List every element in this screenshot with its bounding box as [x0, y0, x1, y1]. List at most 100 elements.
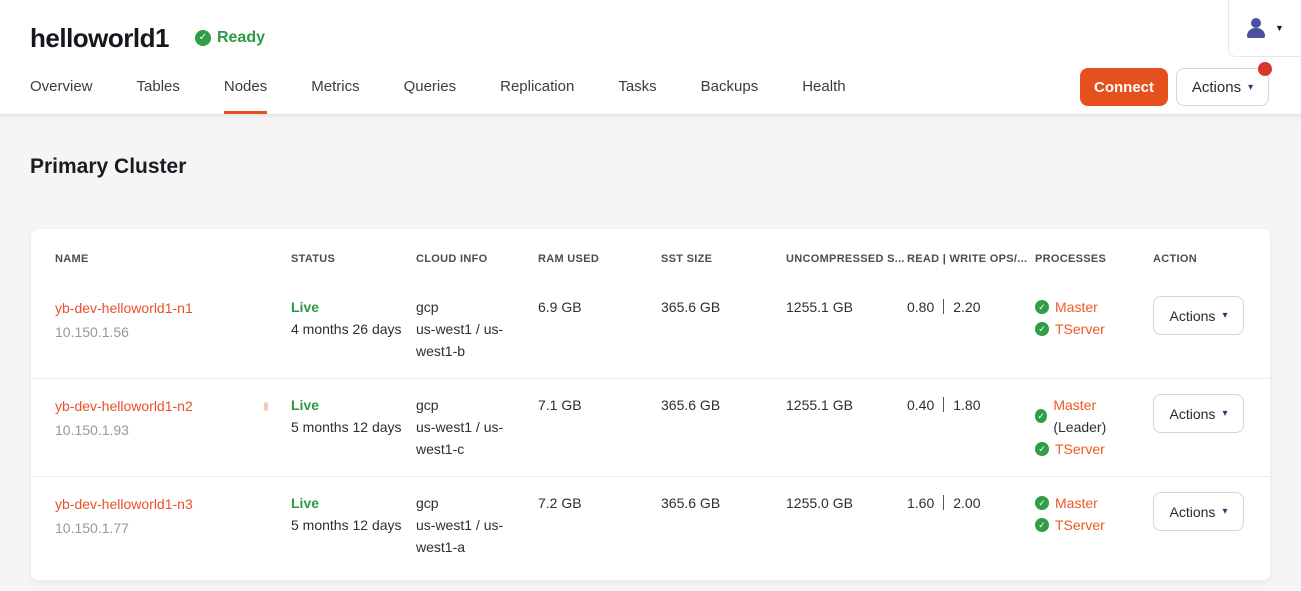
node-uptime: 4 months 26 days: [291, 318, 404, 340]
tab-nodes[interactable]: Nodes: [224, 59, 267, 114]
node-cloud-cell: gcp us-west1 / us-west1-c: [416, 394, 538, 460]
node-flag-icon: [264, 402, 268, 411]
node-ram: 6.9 GB: [538, 296, 661, 362]
universe-title: helloworld1: [30, 23, 169, 54]
process-master: ✓ Master (Leader): [1035, 394, 1141, 438]
node-actions-label: Actions: [1170, 406, 1216, 422]
col-header-sst-size: SST SIZE: [661, 253, 786, 265]
process-tserver: ✓ TServer: [1035, 438, 1141, 460]
node-uptime: 5 months 12 days: [291, 416, 404, 438]
node-status-cell: Live 5 months 12 days: [291, 394, 416, 460]
process-master-suffix: (Leader): [1053, 419, 1106, 435]
tab-overview[interactable]: Overview: [30, 59, 93, 114]
caret-down-icon: ▾: [1222, 506, 1227, 517]
node-actions-button[interactable]: Actions ▾: [1153, 394, 1244, 433]
chevron-down-icon: ▼: [1275, 23, 1284, 33]
node-uptime: 5 months 12 days: [291, 514, 404, 536]
node-actions-button[interactable]: Actions ▾: [1153, 296, 1244, 335]
nodes-table-card: NAME STATUS CLOUD INFO RAM USED SST SIZE…: [30, 228, 1271, 581]
node-ram: 7.1 GB: [538, 394, 661, 460]
node-read-write-ops: 0.401.80: [907, 394, 1035, 460]
node-read-write-ops: 1.602.00: [907, 492, 1035, 558]
table-row: yb-dev-helloworld1-n2 10.150.1.93 Live 5…: [31, 378, 1270, 476]
node-cloud-cell: gcp us-west1 / us-west1-b: [416, 296, 538, 362]
node-uncompressed-size: 1255.1 GB: [786, 394, 907, 460]
process-tserver-label: TServer: [1055, 318, 1105, 340]
alert-dot-badge: [1258, 62, 1272, 76]
node-zone: us-west1 / us-west1-b: [416, 318, 526, 362]
node-processes-cell: ✓ Master (Leader) ✓ TServer: [1035, 394, 1153, 460]
nav-tabs: Overview Tables Nodes Metrics Queries Re…: [30, 59, 846, 114]
node-status: Live: [291, 394, 404, 416]
node-ram: 7.2 GB: [538, 492, 661, 558]
node-actions-label: Actions: [1170, 308, 1216, 324]
tab-metrics[interactable]: Metrics: [311, 59, 359, 114]
pipe-divider: [943, 397, 944, 412]
node-name-cell: yb-dev-helloworld1-n1 10.150.1.56: [55, 296, 291, 362]
read-ops: 0.80: [907, 299, 934, 315]
node-processes-cell: ✓ Master ✓ TServer: [1035, 492, 1153, 558]
check-circle-icon: ✓: [1035, 442, 1049, 456]
check-circle-icon: ✓: [1035, 300, 1049, 314]
process-master-label: Master: [1053, 397, 1096, 413]
node-read-write-ops: 0.802.20: [907, 296, 1035, 362]
title-row: helloworld1 ✓ Ready: [0, 0, 1301, 60]
node-provider: gcp: [416, 394, 526, 416]
node-status: Live: [291, 492, 404, 514]
page-content: Primary Cluster NAME STATUS CLOUD INFO R…: [0, 115, 1301, 591]
tab-replication[interactable]: Replication: [500, 59, 574, 114]
node-status: Live: [291, 296, 404, 318]
tab-tables[interactable]: Tables: [137, 59, 180, 114]
universe-actions-button[interactable]: Actions ▾: [1176, 68, 1269, 106]
node-actions-button[interactable]: Actions ▾: [1153, 492, 1244, 531]
node-processes-cell: ✓ Master ✓ TServer: [1035, 296, 1153, 362]
node-provider: gcp: [416, 296, 526, 318]
node-cloud-cell: gcp us-west1 / us-west1-a: [416, 492, 538, 558]
app-header: helloworld1 ✓ Ready ▼ Overview Tables No…: [0, 0, 1301, 115]
node-action-cell: Actions ▾: [1153, 296, 1256, 362]
check-circle-icon: ✓: [1035, 518, 1049, 532]
node-ip: 10.150.1.56: [55, 320, 279, 344]
col-header-action: ACTION: [1153, 253, 1246, 265]
node-sst-size: 365.6 GB: [661, 296, 786, 362]
universe-actions-label: Actions: [1192, 79, 1241, 96]
col-header-ram-used: RAM USED: [538, 253, 661, 265]
caret-down-icon: ▾: [1248, 82, 1253, 93]
node-status-cell: Live 5 months 12 days: [291, 492, 416, 558]
tab-backups[interactable]: Backups: [701, 59, 759, 114]
col-header-uncompressed: UNCOMPRESSED S...: [786, 253, 907, 265]
table-header-row: NAME STATUS CLOUD INFO RAM USED SST SIZE…: [31, 229, 1270, 281]
tab-tasks[interactable]: Tasks: [618, 59, 656, 114]
node-name-link[interactable]: yb-dev-helloworld1-n2: [55, 394, 193, 418]
node-sst-size: 365.6 GB: [661, 492, 786, 558]
node-provider: gcp: [416, 492, 526, 514]
tab-health[interactable]: Health: [802, 59, 845, 114]
read-ops: 0.40: [907, 397, 934, 413]
node-name-link[interactable]: yb-dev-helloworld1-n1: [55, 296, 193, 320]
tab-queries[interactable]: Queries: [404, 59, 457, 114]
node-action-cell: Actions ▾: [1153, 492, 1256, 558]
process-tserver: ✓ TServer: [1035, 318, 1141, 340]
node-action-cell: Actions ▾: [1153, 394, 1256, 460]
col-header-processes: PROCESSES: [1035, 253, 1153, 265]
node-name-cell: yb-dev-helloworld1-n3 10.150.1.77: [55, 492, 291, 558]
pipe-divider: [943, 299, 944, 314]
node-ip: 10.150.1.93: [55, 418, 279, 442]
process-master-label: Master: [1055, 495, 1098, 511]
page-title: Primary Cluster: [30, 115, 1271, 179]
node-uncompressed-size: 1255.0 GB: [786, 492, 907, 558]
nav-tabs-bar: Overview Tables Nodes Metrics Queries Re…: [0, 59, 1301, 114]
node-name-link[interactable]: yb-dev-helloworld1-n3: [55, 492, 193, 516]
write-ops: 2.00: [953, 495, 980, 511]
connect-button[interactable]: Connect: [1080, 68, 1168, 106]
node-zone: us-west1 / us-west1-c: [416, 416, 526, 460]
check-circle-icon: ✓: [1035, 409, 1047, 423]
table-row: yb-dev-helloworld1-n3 10.150.1.77 Live 5…: [31, 476, 1270, 574]
caret-down-icon: ▾: [1222, 310, 1227, 321]
node-uncompressed-size: 1255.1 GB: [786, 296, 907, 362]
node-sst-size: 365.6 GB: [661, 394, 786, 460]
user-menu[interactable]: ▼: [1228, 0, 1301, 57]
process-tserver-label: TServer: [1055, 514, 1105, 536]
node-actions-label: Actions: [1170, 504, 1216, 520]
col-header-name: NAME: [55, 253, 291, 265]
